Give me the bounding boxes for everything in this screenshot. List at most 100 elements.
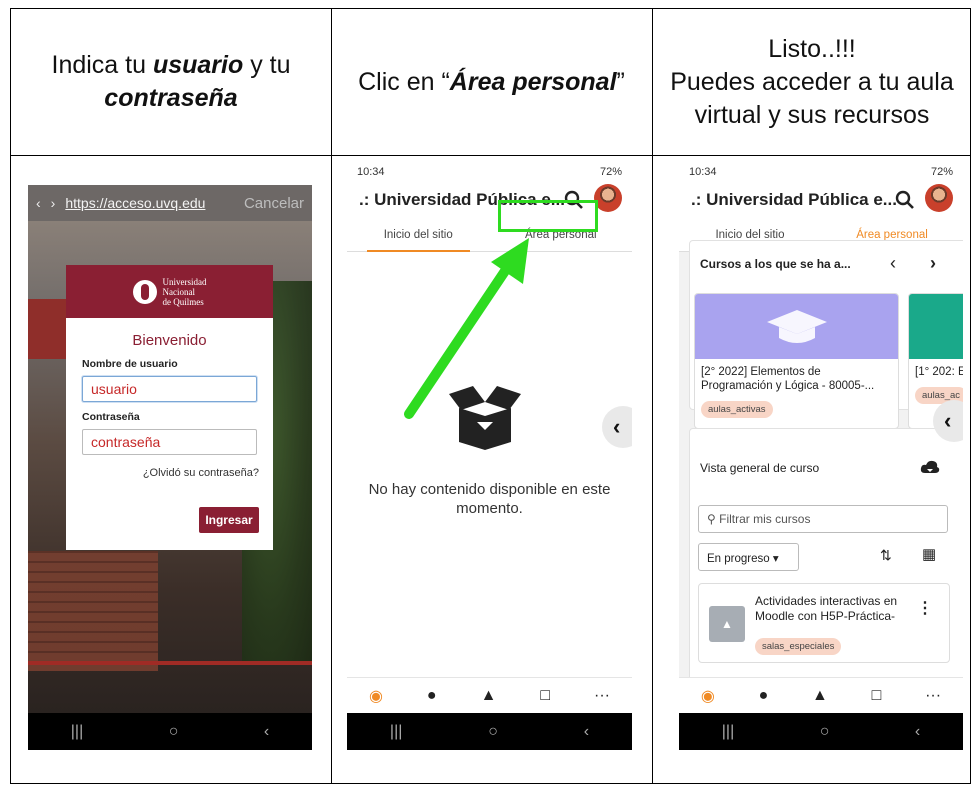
kebab-menu-icon[interactable]: ⋮ bbox=[917, 598, 933, 618]
courses-heading: Cursos a los que se ha a... bbox=[700, 257, 851, 271]
welcome-heading: Bienvenido bbox=[132, 332, 207, 349]
status-time: 10:34 bbox=[689, 166, 717, 178]
username-label: Nombre de usuario bbox=[82, 358, 178, 370]
university-logo-text: Universidad Nacional de Quilmes bbox=[163, 277, 207, 307]
login-screenshot: ‹ › https://acceso.uvq.edu Cancelar Univ… bbox=[28, 185, 312, 750]
android-nav-bar: ||| ○ ‹ bbox=[679, 713, 963, 750]
home-icon[interactable]: ○ bbox=[488, 723, 498, 741]
caption-text: Puedes acceder a tu aula bbox=[670, 67, 954, 96]
caption-step-1: Indica tu usuario y tu contraseña bbox=[11, 9, 331, 155]
enrolled-courses-card: Cursos a los que se ha a... ‹ › [2° 2022… bbox=[689, 240, 963, 429]
prev-arrow-icon[interactable]: ‹ bbox=[890, 253, 896, 274]
status-bar: 10:34 72% bbox=[689, 164, 953, 180]
more-icon[interactable]: ··· bbox=[594, 687, 610, 705]
calendar-icon[interactable]: □ bbox=[540, 687, 550, 705]
notifications-icon[interactable]: ▲ bbox=[481, 687, 497, 705]
campus-background-photo: Universidad Nacional de Quilmes Bienveni… bbox=[28, 221, 312, 713]
caption-emphasis: contraseña bbox=[104, 84, 238, 112]
forgot-password-link[interactable]: ¿Olvidó su contraseña? bbox=[66, 467, 259, 479]
graduation-cap-icon bbox=[766, 309, 827, 343]
drawer-toggle-button[interactable]: ‹ bbox=[602, 406, 632, 448]
logo-line: Universidad bbox=[162, 276, 207, 287]
dashboard-icon[interactable]: ◉ bbox=[369, 686, 383, 706]
back-icon[interactable]: ‹ bbox=[584, 723, 589, 741]
tag-row: salas_especiales bbox=[755, 636, 842, 655]
personal-area-screenshot: 10:34 72% .: Universidad Pública e... In… bbox=[679, 160, 963, 750]
login-card: Universidad Nacional de Quilmes Bienveni… bbox=[66, 265, 273, 550]
back-arrow-icon[interactable]: ‹ bbox=[36, 195, 41, 211]
avatar[interactable] bbox=[925, 184, 953, 212]
tag-row: aulas_activas bbox=[695, 393, 898, 424]
avatar[interactable] bbox=[594, 184, 622, 212]
sort-icon[interactable]: ⇅ bbox=[880, 547, 892, 564]
url-bar: ‹ › https://acceso.uvq.edu Cancelar bbox=[28, 185, 312, 221]
messages-icon[interactable]: ● bbox=[427, 687, 437, 705]
course-tag: salas_especiales bbox=[755, 638, 842, 655]
course-overview-card: Vista general de curso ⚲ Filtrar mis cur… bbox=[689, 428, 963, 688]
logo-line: de Quilmes bbox=[162, 296, 204, 307]
overview-heading: Vista general de curso bbox=[700, 461, 820, 475]
empty-state-message: No hay contenido disponible en este mome… bbox=[368, 481, 611, 517]
recent-apps-icon[interactable]: ||| bbox=[722, 723, 734, 741]
course-title: Actividades interactivas en Moodle con H… bbox=[755, 594, 898, 623]
university-logo-icon bbox=[132, 279, 157, 304]
empty-box-icon bbox=[449, 386, 521, 450]
caption-text: y tu bbox=[243, 51, 291, 79]
course-thumbnail-icon: ▲ bbox=[709, 606, 745, 642]
caption-text: ” bbox=[616, 67, 625, 96]
grid-view-icon[interactable]: ▦ bbox=[922, 545, 936, 563]
cancel-button[interactable]: Cancelar bbox=[244, 195, 304, 212]
dashboard-icon[interactable]: ◉ bbox=[701, 686, 715, 706]
caption-step-3: Listo..!!! Puedes acceder a tu aula virtua… bbox=[652, 9, 972, 155]
logo-line: Nacional bbox=[162, 286, 195, 297]
forward-arrow-icon[interactable]: › bbox=[51, 195, 56, 211]
battery-level: 72% bbox=[930, 166, 953, 178]
caret-down-icon: ▾ bbox=[772, 553, 779, 565]
caption-text: Listo..!!! bbox=[768, 34, 856, 63]
status-bar: 10:34 72% bbox=[357, 164, 622, 180]
home-icon[interactable]: ○ bbox=[169, 723, 179, 741]
recent-apps-icon[interactable]: ||| bbox=[71, 723, 83, 741]
select-value: En progreso bbox=[707, 553, 770, 565]
university-header: Universidad Nacional de Quilmes bbox=[66, 265, 273, 318]
search-icon: ⚲ bbox=[707, 512, 720, 526]
bottom-navigation: ◉ ● ▲ □ ··· bbox=[347, 677, 632, 713]
back-icon[interactable]: ‹ bbox=[264, 723, 269, 741]
messages-icon[interactable]: ● bbox=[759, 687, 769, 705]
row-divider bbox=[11, 155, 970, 156]
username-field[interactable]: usuario bbox=[82, 376, 257, 402]
site-title: .: Universidad Pública e... bbox=[691, 190, 897, 209]
caption-step-2: Clic en “Área personal” bbox=[331, 9, 652, 155]
password-label: Contraseña bbox=[82, 411, 140, 423]
bottom-navigation: ◉ ● ▲ □ ··· bbox=[679, 677, 963, 713]
brick-wall-shape bbox=[28, 551, 158, 671]
android-nav-bar: ||| ○ ‹ bbox=[347, 713, 632, 750]
course-image bbox=[695, 294, 898, 359]
android-nav-bar: ||| ○ ‹ bbox=[28, 713, 312, 750]
more-icon[interactable]: ··· bbox=[925, 687, 941, 705]
caption-emphasis: Área personal bbox=[449, 67, 617, 96]
course-name: [1° 202: Electric bbox=[915, 366, 963, 378]
notifications-icon[interactable]: ▲ bbox=[812, 687, 828, 705]
highlight-box bbox=[498, 200, 598, 232]
url-text[interactable]: https://acceso.uvq.edu bbox=[65, 195, 205, 211]
progress-select[interactable]: En progreso ▾ bbox=[698, 543, 799, 571]
caption-text: virtual y sus recursos bbox=[694, 100, 930, 129]
caption-text: Clic en “ bbox=[358, 67, 450, 96]
caption-emphasis: usuario bbox=[152, 51, 244, 79]
course-filter-input[interactable]: ⚲ Filtrar mis cursos bbox=[698, 505, 948, 533]
calendar-icon[interactable]: □ bbox=[872, 687, 882, 705]
battery-level: 72% bbox=[599, 166, 622, 178]
status-time: 10:34 bbox=[357, 166, 385, 178]
course-image bbox=[909, 294, 963, 359]
home-icon[interactable]: ○ bbox=[820, 723, 830, 741]
recent-apps-icon[interactable]: ||| bbox=[390, 723, 402, 741]
search-icon[interactable] bbox=[895, 190, 915, 210]
course-card[interactable]: [2° 2022] Elementos de Programación y Ló… bbox=[694, 293, 899, 429]
cloud-download-icon[interactable] bbox=[920, 459, 940, 475]
login-button[interactable]: Ingresar bbox=[199, 507, 259, 533]
password-field[interactable]: contraseña bbox=[82, 429, 257, 455]
back-icon[interactable]: ‹ bbox=[915, 723, 920, 741]
course-list-item[interactable]: ▲ Actividades interactivas en Moodle con… bbox=[698, 583, 950, 663]
next-arrow-icon[interactable]: › bbox=[930, 253, 936, 274]
